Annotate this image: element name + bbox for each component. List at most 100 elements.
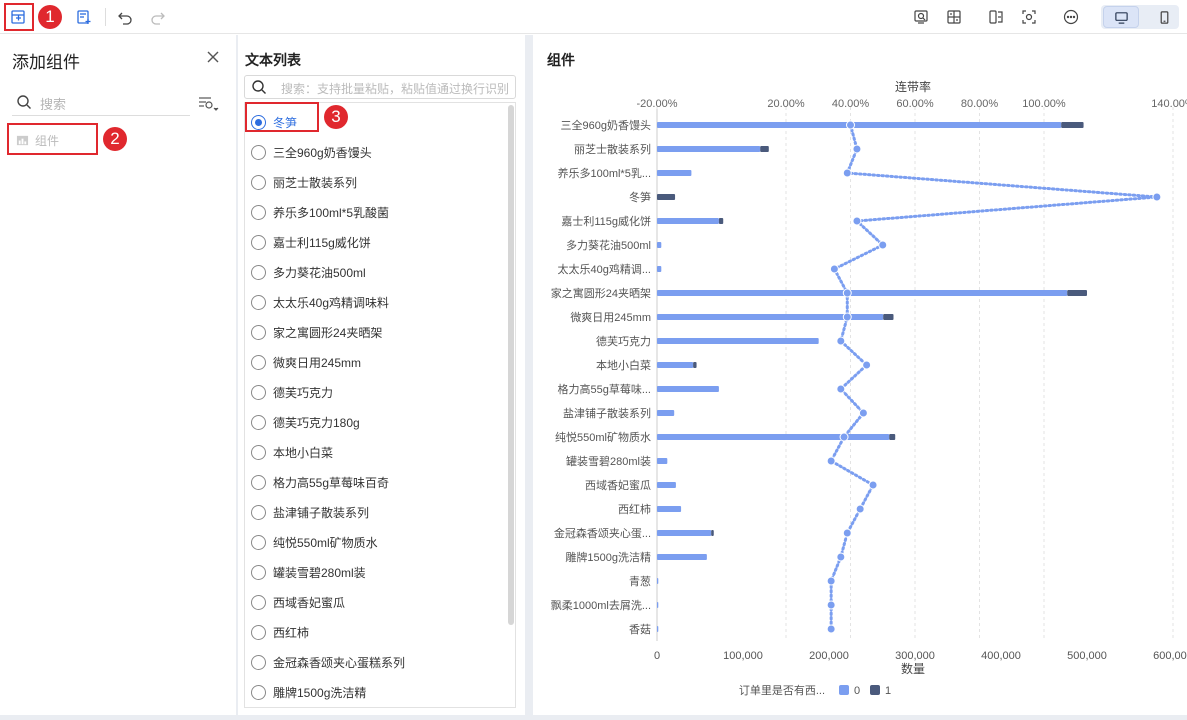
list-item[interactable]: 金冠森香颂夹心蛋糕系列: [245, 647, 505, 677]
bar-series-0: [657, 530, 712, 536]
list-item-label: 德芙巧克力: [273, 385, 334, 400]
radio-button[interactable]: [251, 654, 266, 670]
list-item[interactable]: 盐津铺子散装系列: [245, 497, 505, 527]
filter-sort-icon[interactable]: [197, 94, 219, 112]
list-item[interactable]: 本地小白菜: [245, 437, 505, 467]
component-search-input[interactable]: 搜索: [12, 90, 190, 116]
search-placeholder: 搜索：支持批量粘贴，粘贴值通过换行识别: [281, 82, 510, 96]
line-point: [862, 360, 872, 370]
y-axis-tick: 养乐多100ml*5乳...: [557, 166, 651, 180]
bar-series-0: [657, 338, 819, 344]
add-filter-icon[interactable]: [72, 5, 96, 29]
redo-icon[interactable]: [146, 5, 170, 29]
list-item[interactable]: 养乐多100ml*5乳酸菌: [245, 197, 505, 227]
radio-button[interactable]: [251, 594, 266, 610]
list-item[interactable]: 丽芝士散装系列: [245, 167, 505, 197]
scrollbar[interactable]: [508, 105, 514, 625]
list-item-label: 多力葵花油500ml: [273, 265, 366, 280]
line-point: [858, 408, 868, 418]
radio-button[interactable]: [251, 294, 266, 310]
bar-series-0: [657, 434, 890, 440]
radio-button[interactable]: [251, 534, 266, 550]
list-item-label: 家之寓圆形24夹晒架: [273, 325, 383, 340]
bar-series-1: [718, 218, 724, 224]
bar-series-1: [1061, 122, 1084, 128]
y-axis-tick: 冬笋: [629, 190, 651, 204]
desktop-icon[interactable]: [1103, 6, 1139, 28]
list-item[interactable]: 太太乐40g鸡精调味料: [245, 287, 505, 317]
list-item-label: 西红柿: [273, 625, 310, 640]
bar-series-1: [760, 146, 769, 152]
preview-icon[interactable]: [909, 5, 933, 29]
radio-button[interactable]: [251, 174, 266, 190]
bar-series-0: [657, 410, 675, 416]
layout-icon[interactable]: [942, 5, 966, 29]
legend-swatch-1: [870, 685, 880, 695]
line-point: [829, 264, 839, 274]
secondary-axis-tick: 40.00%: [832, 98, 870, 110]
highlight-box-1: [4, 3, 34, 31]
radio-button[interactable]: [251, 414, 266, 430]
list-item[interactable]: 纯悦550ml矿物质水: [245, 527, 505, 557]
panel-title: 添加组件: [12, 53, 80, 72]
more-icon[interactable]: [1059, 5, 1083, 29]
y-axis-tick: 金冠森香颂夹心蛋...: [554, 526, 651, 540]
line-point: [878, 240, 888, 250]
radio-button[interactable]: [251, 624, 266, 640]
line-point: [826, 576, 836, 586]
radio-button[interactable]: [251, 444, 266, 460]
y-axis-tick: 微爽日用245mm: [570, 310, 651, 324]
list-item-label: 微爽日用245mm: [273, 355, 362, 370]
bar-series-0: [657, 122, 1062, 128]
x-axis-tick: 100,000: [723, 650, 763, 662]
radio-button[interactable]: [251, 324, 266, 340]
list-item[interactable]: 西红柿: [245, 617, 505, 647]
list-item-label: 德芙巧克力180g: [273, 415, 360, 430]
y-axis-tick: 西域香妃蜜瓜: [585, 478, 651, 492]
radio-button[interactable]: [251, 684, 266, 700]
line-point: [839, 432, 849, 442]
list-item[interactable]: 雕牌1500g洗洁精: [245, 677, 505, 707]
text-list-search-input[interactable]: 搜索：支持批量粘贴，粘贴值通过换行识别: [244, 75, 516, 99]
x-axis-tick: 500,000: [1067, 650, 1107, 662]
list-item[interactable]: 微爽日用245mm: [245, 347, 505, 377]
list-item[interactable]: 罐装雪碧280ml装: [245, 557, 505, 587]
list-item-label: 罐装雪碧280ml装: [273, 565, 366, 580]
radio-button[interactable]: [251, 204, 266, 220]
bar-series-0: [657, 290, 1068, 296]
radio-button[interactable]: [251, 264, 266, 280]
y-axis-tick: 飘柔1000ml去屑洗...: [551, 599, 651, 612]
list-item[interactable]: 西域香妃蜜瓜: [245, 587, 505, 617]
search-placeholder: 搜索: [40, 97, 67, 112]
line-point: [826, 456, 836, 466]
list-item[interactable]: 德芙巧克力180g: [245, 407, 505, 437]
list-item[interactable]: 德芙巧克力: [245, 377, 505, 407]
list-item[interactable]: 家之寓圆形24夹晒架: [245, 317, 505, 347]
radio-button[interactable]: [251, 474, 266, 490]
combo-chart[interactable]: 连带率 -20.00% 20.00% 40.00% 60.00% 80.00% 100.00…: [533, 35, 1187, 715]
panel-divider: [525, 35, 533, 720]
radio-button[interactable]: [251, 234, 266, 250]
y-axis-tick: 西红柿: [618, 502, 651, 516]
radio-button[interactable]: [251, 354, 266, 370]
component-preview-panel: 组件 连带率 -20.00% 20.00% 40.00% 60.00% 80.00% 100…: [533, 35, 1187, 720]
list-item[interactable]: 嘉士利115g威化饼: [245, 227, 505, 257]
undo-icon[interactable]: [113, 5, 137, 29]
y-axis-tick: 三全960g奶香馒头: [561, 118, 651, 132]
list-item[interactable]: 三全960g奶香馒头: [245, 137, 505, 167]
radio-button[interactable]: [251, 144, 266, 160]
radio-button[interactable]: [251, 504, 266, 520]
close-icon[interactable]: [205, 49, 223, 67]
split-icon[interactable]: [984, 5, 1008, 29]
list-item[interactable]: 格力高55g草莓味百奇: [245, 467, 505, 497]
screenshot-icon[interactable]: [1017, 5, 1041, 29]
mobile-icon[interactable]: [1151, 6, 1177, 28]
y-axis-tick: 德芙巧克力: [596, 334, 651, 348]
list-item-label: 金冠森香颂夹心蛋糕系列: [273, 655, 406, 670]
radio-button[interactable]: [251, 564, 266, 580]
list-item[interactable]: 多力葵花油500ml: [245, 257, 505, 287]
radio-button[interactable]: [251, 384, 266, 400]
secondary-axis-tick: 20.00%: [767, 98, 805, 110]
list-item-label: 太太乐40g鸡精调味料: [273, 295, 390, 310]
bar-series-0: [657, 362, 694, 368]
